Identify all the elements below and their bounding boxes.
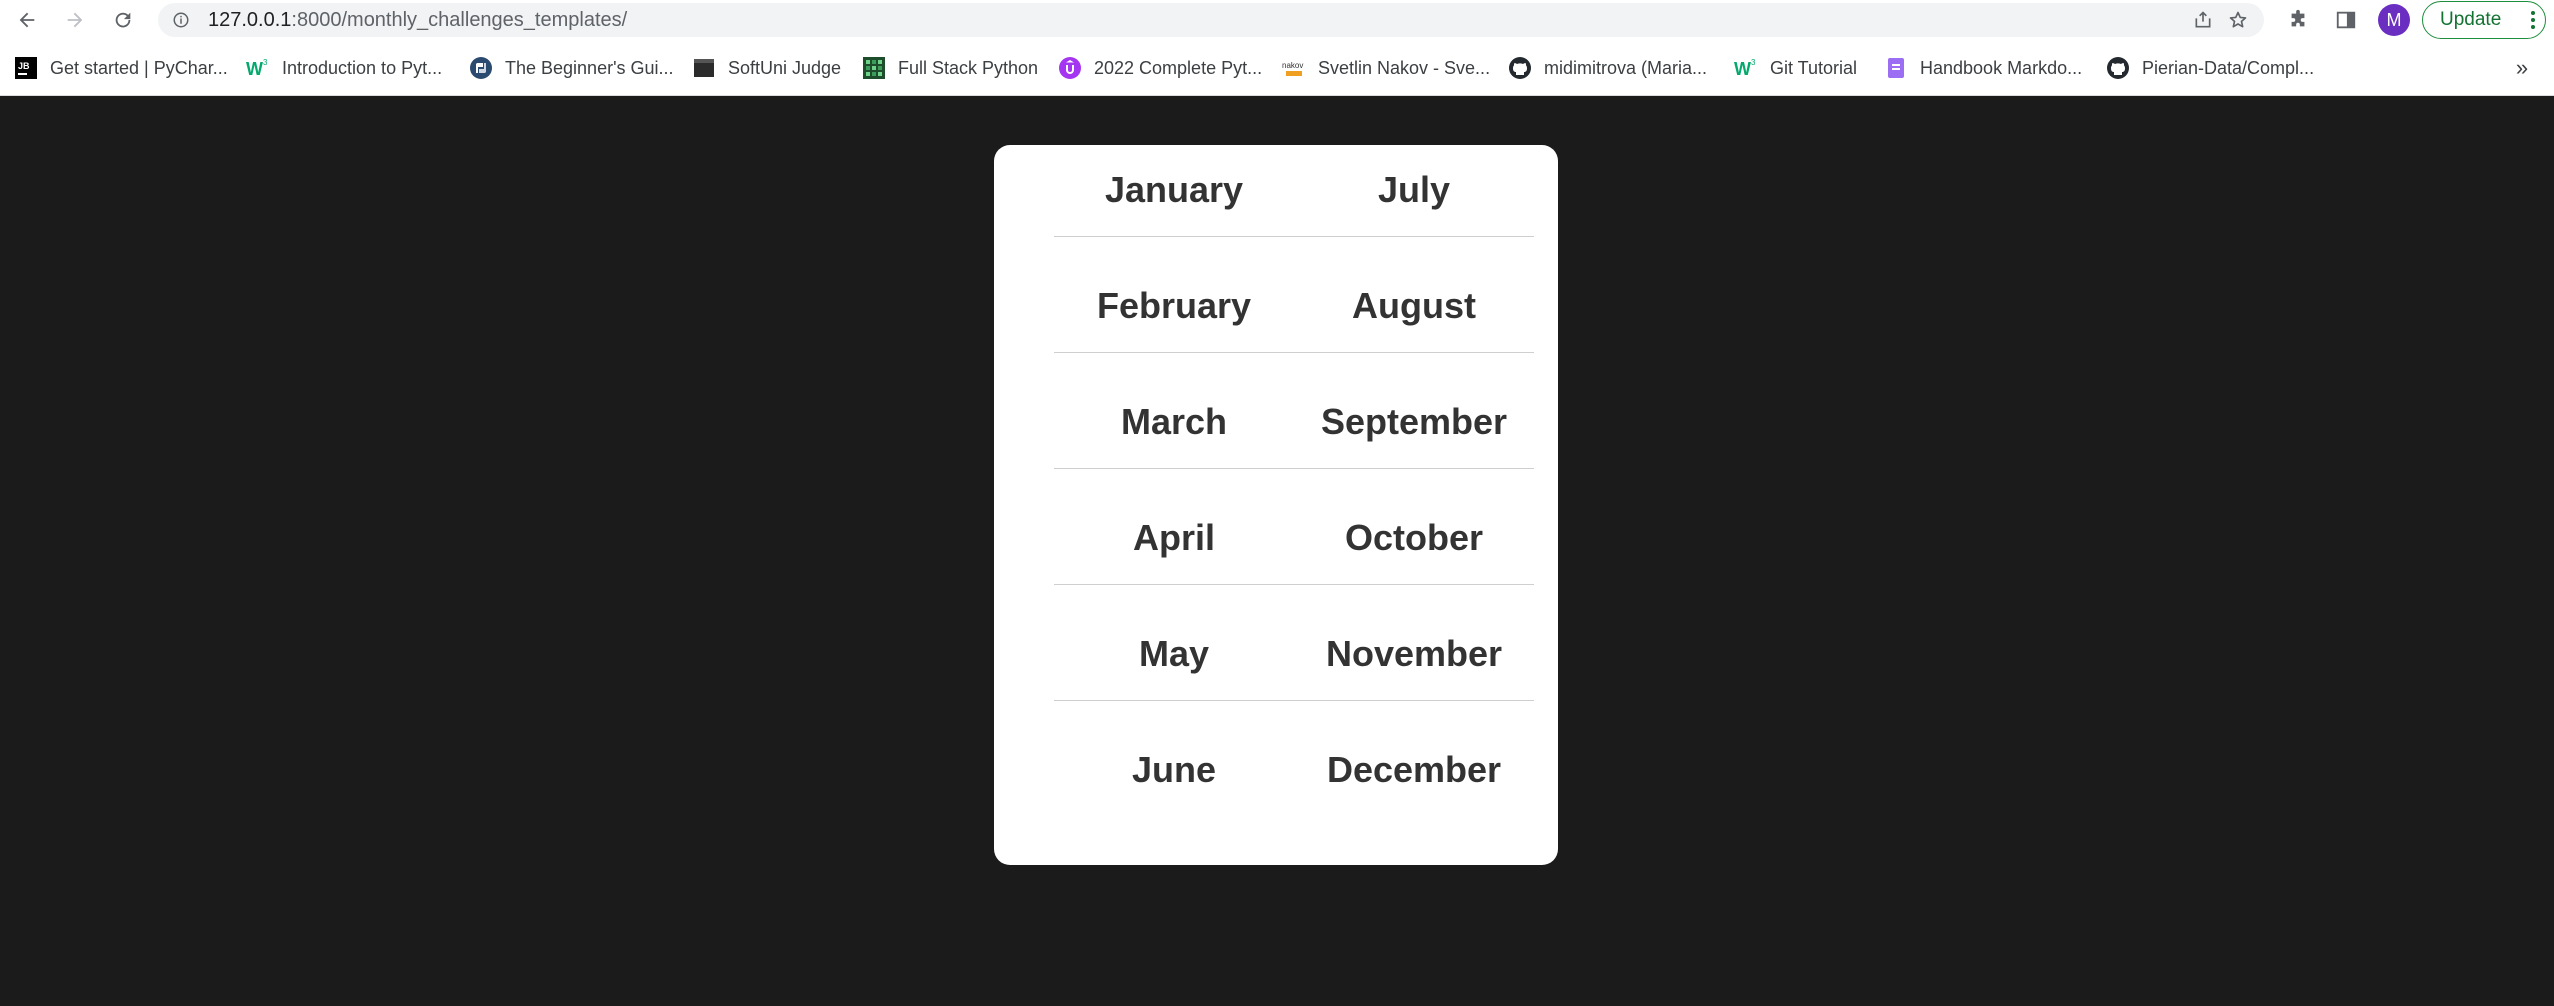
month-link[interactable]: October — [1294, 517, 1534, 559]
w3schools-icon: W3 — [246, 56, 270, 80]
bookmark-item[interactable]: Full Stack Python — [862, 54, 1038, 82]
udemy-icon — [1058, 56, 1082, 80]
months-row: January July — [1054, 145, 1534, 237]
svg-text:3: 3 — [263, 58, 268, 67]
handbook-icon — [1884, 56, 1908, 80]
bookmark-item[interactable]: nakov Svetlin Nakov - Sve... — [1282, 54, 1490, 82]
month-link[interactable]: August — [1294, 285, 1534, 327]
profile-avatar[interactable]: M — [2378, 4, 2410, 36]
bookmark-item[interactable]: W3 Git Tutorial — [1734, 54, 1857, 82]
address-bar[interactable]: 127.0.0.1:8000/monthly_challenges_templa… — [158, 3, 2264, 37]
bookmark-item[interactable]: Handbook Markdo... — [1884, 54, 2082, 82]
bookmark-label: midimitrova (Maria... — [1544, 57, 1708, 78]
month-link[interactable]: November — [1294, 633, 1534, 675]
w3schools-icon: W3 — [1734, 56, 1758, 80]
reload-icon — [115, 12, 131, 28]
forward-button[interactable] — [58, 4, 92, 36]
url-path: :8000/monthly_challenges_templates/ — [291, 9, 628, 31]
bookmark-item[interactable]: 2022 Complete Pyt... — [1058, 54, 1262, 82]
bookmark-item[interactable]: W3 Introduction to Pyt... — [246, 54, 442, 82]
month-link[interactable]: September — [1294, 401, 1534, 443]
reload-button[interactable] — [106, 4, 140, 36]
months-row: April October — [1054, 469, 1534, 585]
fullstackpython-icon — [862, 56, 886, 80]
svg-text:3: 3 — [1751, 58, 1756, 67]
bookmark-label: Get started | PyChar... — [50, 57, 228, 78]
extensions-button[interactable] — [2282, 4, 2314, 36]
star-icon — [2229, 11, 2247, 28]
side-panel-icon — [2336, 11, 2356, 29]
bookmark-label: Handbook Markdo... — [1920, 57, 2083, 78]
url-host: 127.0.0.1 — [208, 9, 292, 31]
month-link[interactable]: March — [1054, 401, 1294, 443]
months-row: June December — [1054, 701, 1534, 817]
kebab-menu-icon — [2531, 11, 2535, 29]
month-link[interactable]: February — [1054, 285, 1294, 327]
more-bookmarks-button[interactable]: » — [2510, 54, 2534, 82]
bookmark-label: The Beginner's Gui... — [505, 57, 674, 78]
bookmark-label: Introduction to Pyt... — [282, 57, 443, 78]
bookmark-label: Svetlin Nakov - Sve... — [1318, 57, 1491, 78]
month-link[interactable]: December — [1294, 749, 1534, 791]
update-button[interactable]: Update — [2422, 1, 2546, 39]
month-link[interactable]: April — [1054, 517, 1294, 559]
bookmark-label: Pierian-Data/Compl... — [2142, 57, 2315, 78]
python-icon — [469, 56, 493, 80]
share-icon — [2195, 11, 2211, 28]
month-link[interactable]: July — [1294, 169, 1534, 211]
bookmark-item[interactable]: Pierian-Data/Compl... — [2106, 54, 2314, 82]
update-label: Update — [2440, 9, 2502, 30]
side-panel-button[interactable] — [2330, 4, 2362, 36]
svg-text:W: W — [1734, 59, 1751, 79]
month-link[interactable]: June — [1054, 749, 1294, 791]
svg-text:nakov: nakov — [1282, 61, 1303, 70]
page-viewport: January July February August March Septe… — [0, 97, 2554, 1006]
arrow-left-icon — [19, 12, 35, 28]
months-card: January July February August March Septe… — [994, 145, 1558, 865]
puzzle-icon — [2291, 9, 2305, 27]
share-button[interactable] — [2188, 7, 2218, 33]
months-row: February August — [1054, 237, 1534, 353]
arrow-right-icon — [67, 12, 83, 28]
month-link[interactable]: May — [1054, 633, 1294, 675]
months-grid: January July February August March Septe… — [1054, 145, 1534, 817]
month-link[interactable]: January — [1054, 169, 1294, 211]
bookmark-item[interactable]: JB Get started | PyChar... — [14, 54, 228, 82]
bookmark-star-button[interactable] — [2223, 7, 2253, 33]
months-row: March September — [1054, 353, 1534, 469]
months-row: May November — [1054, 585, 1534, 701]
bookmark-label: 2022 Complete Pyt... — [1094, 57, 1263, 78]
bookmarks-bar: JB Get started | PyChar... W3 Introducti… — [0, 40, 2554, 96]
svg-text:W: W — [246, 59, 263, 79]
nakov-icon: nakov — [1282, 56, 1306, 80]
url-text[interactable]: 127.0.0.1:8000/monthly_challenges_templa… — [208, 3, 627, 37]
bookmark-label: Git Tutorial — [1770, 57, 1858, 78]
jetbrains-icon: JB — [14, 56, 38, 80]
bookmark-label: SoftUni Judge — [728, 57, 842, 78]
bookmark-item[interactable]: SoftUni Judge — [692, 54, 841, 82]
info-icon[interactable] — [172, 11, 190, 29]
github-icon — [1508, 56, 1532, 80]
bookmark-label: Full Stack Python — [898, 57, 1039, 78]
github-icon — [2106, 56, 2130, 80]
bookmark-item[interactable]: The Beginner's Gui... — [469, 54, 674, 82]
svg-text:JB: JB — [18, 61, 30, 71]
softuni-judge-icon — [692, 56, 716, 80]
browser-toolbar: 127.0.0.1:8000/monthly_challenges_templa… — [0, 0, 2554, 40]
bookmark-item[interactable]: midimitrova (Maria... — [1508, 54, 1707, 82]
back-button[interactable] — [10, 4, 44, 36]
